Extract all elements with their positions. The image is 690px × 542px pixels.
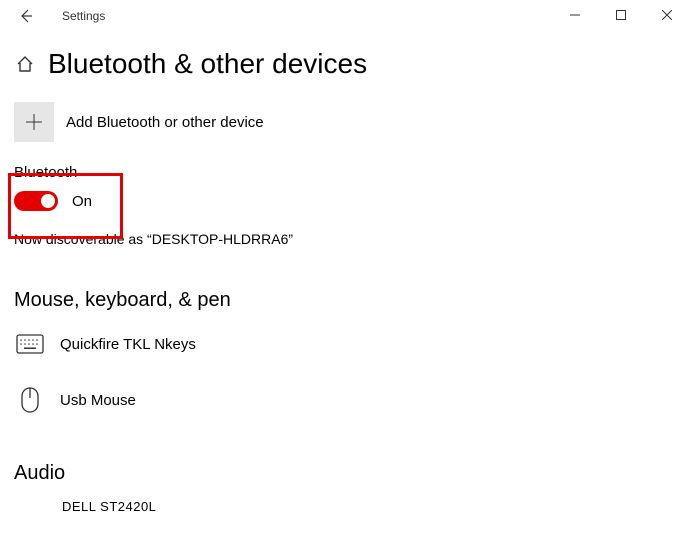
back-button[interactable] — [14, 4, 38, 28]
audio-group-title: Audio — [14, 462, 690, 485]
window-title: Settings — [62, 9, 105, 23]
bluetooth-toggle-state: On — [72, 193, 92, 210]
close-icon — [662, 10, 672, 20]
bluetooth-toggle-row: On — [14, 191, 690, 211]
toggle-thumb — [41, 194, 55, 208]
device-name: Usb Mouse — [60, 392, 136, 409]
device-name: Quickfire TKL Nkeys — [60, 336, 196, 353]
back-arrow-icon — [18, 8, 34, 24]
input-devices-group-title: Mouse, keyboard, & pen — [14, 289, 690, 312]
bluetooth-label: Bluetooth — [14, 164, 690, 181]
mouse-icon — [14, 384, 46, 416]
maximize-button[interactable] — [598, 0, 644, 30]
minimize-icon — [570, 10, 580, 20]
content-area: Add Bluetooth or other device Bluetooth … — [0, 102, 690, 514]
add-device-label: Add Bluetooth or other device — [66, 114, 264, 131]
bluetooth-toggle[interactable] — [14, 191, 58, 211]
titlebar: Settings — [0, 0, 690, 32]
discoverable-text: Now discoverable as “DESKTOP-HLDRRA6” — [14, 231, 690, 247]
window-controls — [552, 0, 690, 30]
add-device-button[interactable]: Add Bluetooth or other device — [14, 102, 690, 142]
device-row-keyboard[interactable]: Quickfire TKL Nkeys — [14, 328, 690, 360]
audio-device-truncated: DELL ST2420L — [62, 499, 690, 514]
home-icon[interactable] — [14, 53, 36, 75]
close-button[interactable] — [644, 0, 690, 30]
bluetooth-section: Bluetooth On Now discoverable as “DESKTO… — [14, 164, 690, 247]
page-title: Bluetooth & other devices — [48, 48, 367, 80]
device-row-mouse[interactable]: Usb Mouse — [14, 384, 690, 416]
plus-tile — [14, 102, 54, 142]
page-header: Bluetooth & other devices — [0, 32, 690, 102]
plus-icon — [25, 113, 43, 131]
minimize-button[interactable] — [552, 0, 598, 30]
maximize-icon — [616, 10, 626, 20]
keyboard-icon — [14, 328, 46, 360]
